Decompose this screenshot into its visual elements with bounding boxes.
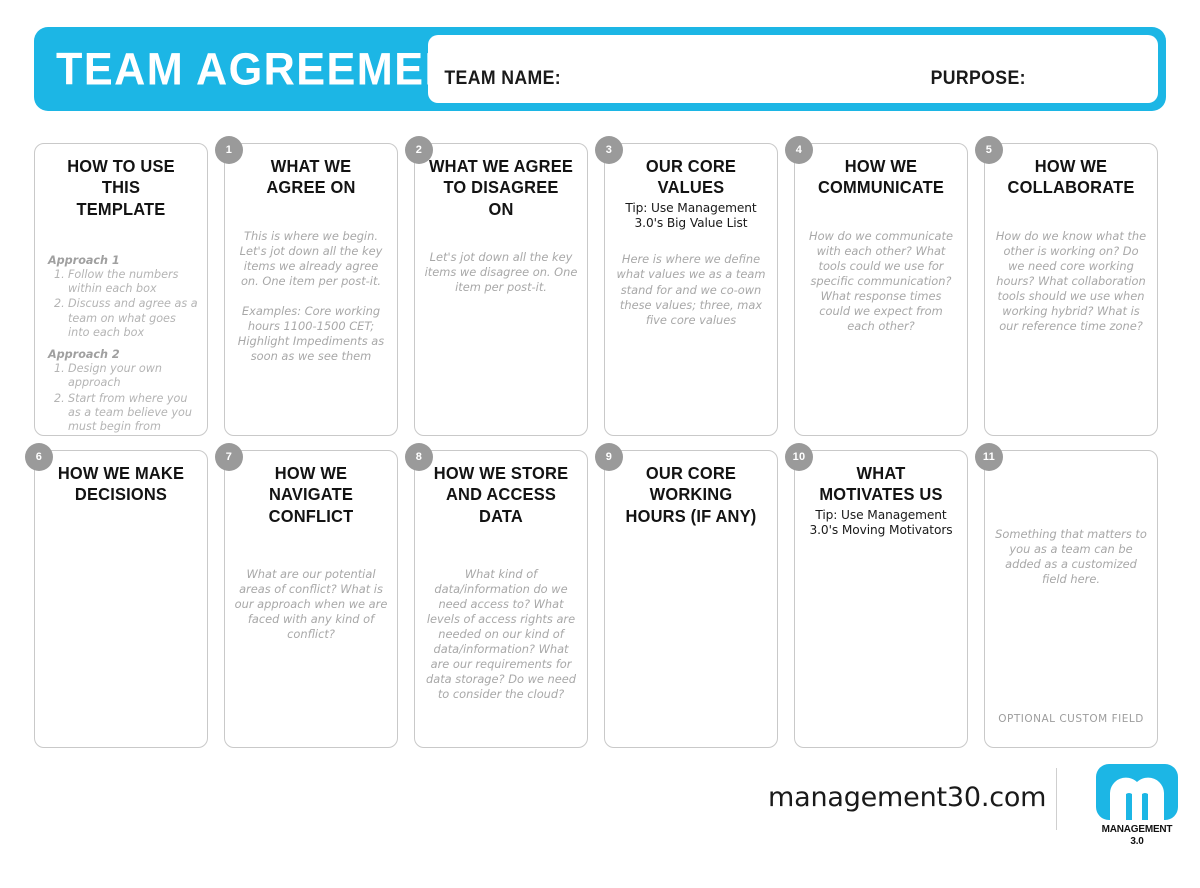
card-body-text: How do we communicate with each other? W… xyxy=(809,228,953,333)
divider xyxy=(1056,768,1057,830)
team-name-field[interactable]: TEAM NAME: xyxy=(428,68,799,103)
card-how-we-communicate[interactable]: HOW WE COMMUNICATE How do we communicate… xyxy=(794,143,968,436)
howto-approaches: Approach 1 1. Follow the numbers within e… xyxy=(44,254,198,434)
card-tip-text: Tip: Use Management 3.0's Moving Motivat… xyxy=(809,507,953,537)
approach-step-list: 1. Follow the numbers within each box 2. D… xyxy=(48,268,198,340)
card-title: WHAT MOTIVATES US xyxy=(819,463,943,505)
card-title: HOW WE COLLABORATE xyxy=(1007,156,1135,198)
card-number-badge: 5 xyxy=(975,136,1003,164)
list-item: 1. Follow the numbers within each box xyxy=(48,268,198,296)
card-body-text: Here is where we define what values we a… xyxy=(616,252,766,327)
card-title: HOW WE NAVIGATE CONFLICT xyxy=(268,463,354,526)
approach-heading: Approach 2 xyxy=(48,348,120,362)
card-our-core-working-hours[interactable]: OUR CORE WORKING HOURS (IF ANY) xyxy=(604,450,778,748)
card-body-text: This is where we begin. Let's jot down a… xyxy=(237,228,385,364)
card-slot-5: 5 HOW WE COLLABORATE How do we know what… xyxy=(975,136,1174,436)
step-text: Follow the numbers within each box xyxy=(68,268,179,296)
card-number-badge: 4 xyxy=(785,136,813,164)
header-banner: TEAM AGREEMENT TEAM NAME: PURPOSE: xyxy=(34,27,1166,111)
list-item: 2. Discuss and agree as a team on what go… xyxy=(48,297,198,340)
card-title: HOW WE STORE AND ACCESS DATA xyxy=(433,463,569,526)
card-optional-custom-field[interactable]: Something that matters to you as a team … xyxy=(984,450,1158,748)
card-number-badge: 6 xyxy=(25,443,53,471)
step-number: 1. xyxy=(54,362,65,376)
footer-website-link[interactable]: management30.com xyxy=(768,782,1046,813)
management30-logo: MANAGEMENT 3.0 xyxy=(1093,764,1181,847)
card-tip-text: Tip: Use Management 3.0's Big Value List xyxy=(625,200,757,230)
card-how-we-store-and-access-data[interactable]: HOW WE STORE AND ACCESS DATA What kind o… xyxy=(414,450,588,748)
card-title: HOW WE MAKE DECISIONS xyxy=(57,463,185,505)
list-item: 2. Start from where you as a team believe… xyxy=(48,392,198,435)
card-number-badge: 10 xyxy=(785,443,813,471)
card-title: WHAT WE AGREE ON xyxy=(266,156,356,198)
purpose-field[interactable]: PURPOSE: xyxy=(799,68,1158,103)
card-number-badge: 2 xyxy=(405,136,433,164)
card-how-we-collaborate[interactable]: HOW WE COLLABORATE How do we know what t… xyxy=(984,143,1158,436)
card-number-badge: 8 xyxy=(405,443,433,471)
approach-heading: Approach 1 xyxy=(48,254,120,268)
card-number-badge: 3 xyxy=(595,136,623,164)
footer: management30.com MANAGEMENT 3.0 xyxy=(0,762,1200,848)
card-slot-2: 2 WHAT WE AGREE TO DISAGREE ON Let's jot… xyxy=(405,136,604,436)
card-title: HOW TO USE THIS TEMPLATE xyxy=(67,156,175,219)
card-our-core-values[interactable]: OUR CORE VALUES Tip: Use Management 3.0'… xyxy=(604,143,778,436)
card-number-badge: 11 xyxy=(975,443,1003,471)
card-body-text: Something that matters to you as a team … xyxy=(995,527,1147,587)
card-what-motivates-us[interactable]: WHAT MOTIVATES US Tip: Use Management 3.… xyxy=(794,450,968,748)
card-number-badge: 9 xyxy=(595,443,623,471)
card-title: HOW WE COMMUNICATE xyxy=(817,156,945,198)
step-number: 2. xyxy=(54,297,65,311)
logo-mark-icon xyxy=(1096,764,1178,820)
card-slot-3: 3 OUR CORE VALUES Tip: Use Management 3.… xyxy=(595,136,794,436)
step-text: Start from where you as a team believe y… xyxy=(68,391,192,433)
card-what-we-agree-to-disagree-on[interactable]: WHAT WE AGREE TO DISAGREE ON Let's jot d… xyxy=(414,143,588,436)
card-footnote: OPTIONAL CUSTOM FIELD xyxy=(998,713,1144,725)
step-text: Design your own approach xyxy=(68,362,162,390)
card-how-we-make-decisions[interactable]: HOW WE MAKE DECISIONS xyxy=(34,450,208,748)
card-body-text: Let's jot down all the key items we disa… xyxy=(424,250,578,295)
card-title: OUR CORE VALUES xyxy=(645,156,737,198)
card-slot-howto: HOW TO USE THIS TEMPLATE Approach 1 1. Fo… xyxy=(34,143,224,436)
list-item: 1. Design your own approach xyxy=(48,362,198,390)
page-title: TEAM AGREEMENT xyxy=(56,43,485,95)
team-name-label: TEAM NAME: xyxy=(444,68,562,89)
card-body-text: How do we know what the other is working… xyxy=(995,228,1147,333)
card-number-badge: 1 xyxy=(215,136,243,164)
approach-step-list: 1. Design your own approach 2. Start from … xyxy=(48,362,198,434)
header-input-panel: TEAM NAME: PURPOSE: xyxy=(428,35,1158,103)
purpose-label: PURPOSE: xyxy=(930,68,1027,89)
step-number: 2. xyxy=(54,391,65,405)
logo-wordmark: MANAGEMENT 3.0 xyxy=(1101,823,1173,847)
step-number: 1. xyxy=(54,268,65,282)
card-slot-1: 1 WHAT WE AGREE ON This is where we begi… xyxy=(215,136,414,436)
card-title: OUR CORE WORKING HOURS (IF ANY) xyxy=(625,463,757,526)
card-row-top: HOW TO USE THIS TEMPLATE Approach 1 1. Fo… xyxy=(34,136,1166,436)
step-text: Discuss and agree as a team on what goes… xyxy=(68,297,198,339)
card-how-we-navigate-conflict[interactable]: HOW WE NAVIGATE CONFLICT What are our po… xyxy=(224,450,398,748)
card-how-to-use-this-template[interactable]: HOW TO USE THIS TEMPLATE Approach 1 1. Fo… xyxy=(34,143,208,436)
card-slot-4: 4 HOW WE COMMUNICATE How do we communica… xyxy=(785,136,984,436)
card-what-we-agree-on[interactable]: WHAT WE AGREE ON This is where we begin.… xyxy=(224,143,398,436)
card-title: WHAT WE AGREE TO DISAGREE ON xyxy=(428,156,574,219)
card-body-text: What kind of data/information do we need… xyxy=(426,567,576,702)
letter-m-icon xyxy=(1110,777,1164,820)
card-number-badge: 7 xyxy=(215,443,243,471)
card-body-text: What are our potential areas of conflict… xyxy=(234,567,388,642)
